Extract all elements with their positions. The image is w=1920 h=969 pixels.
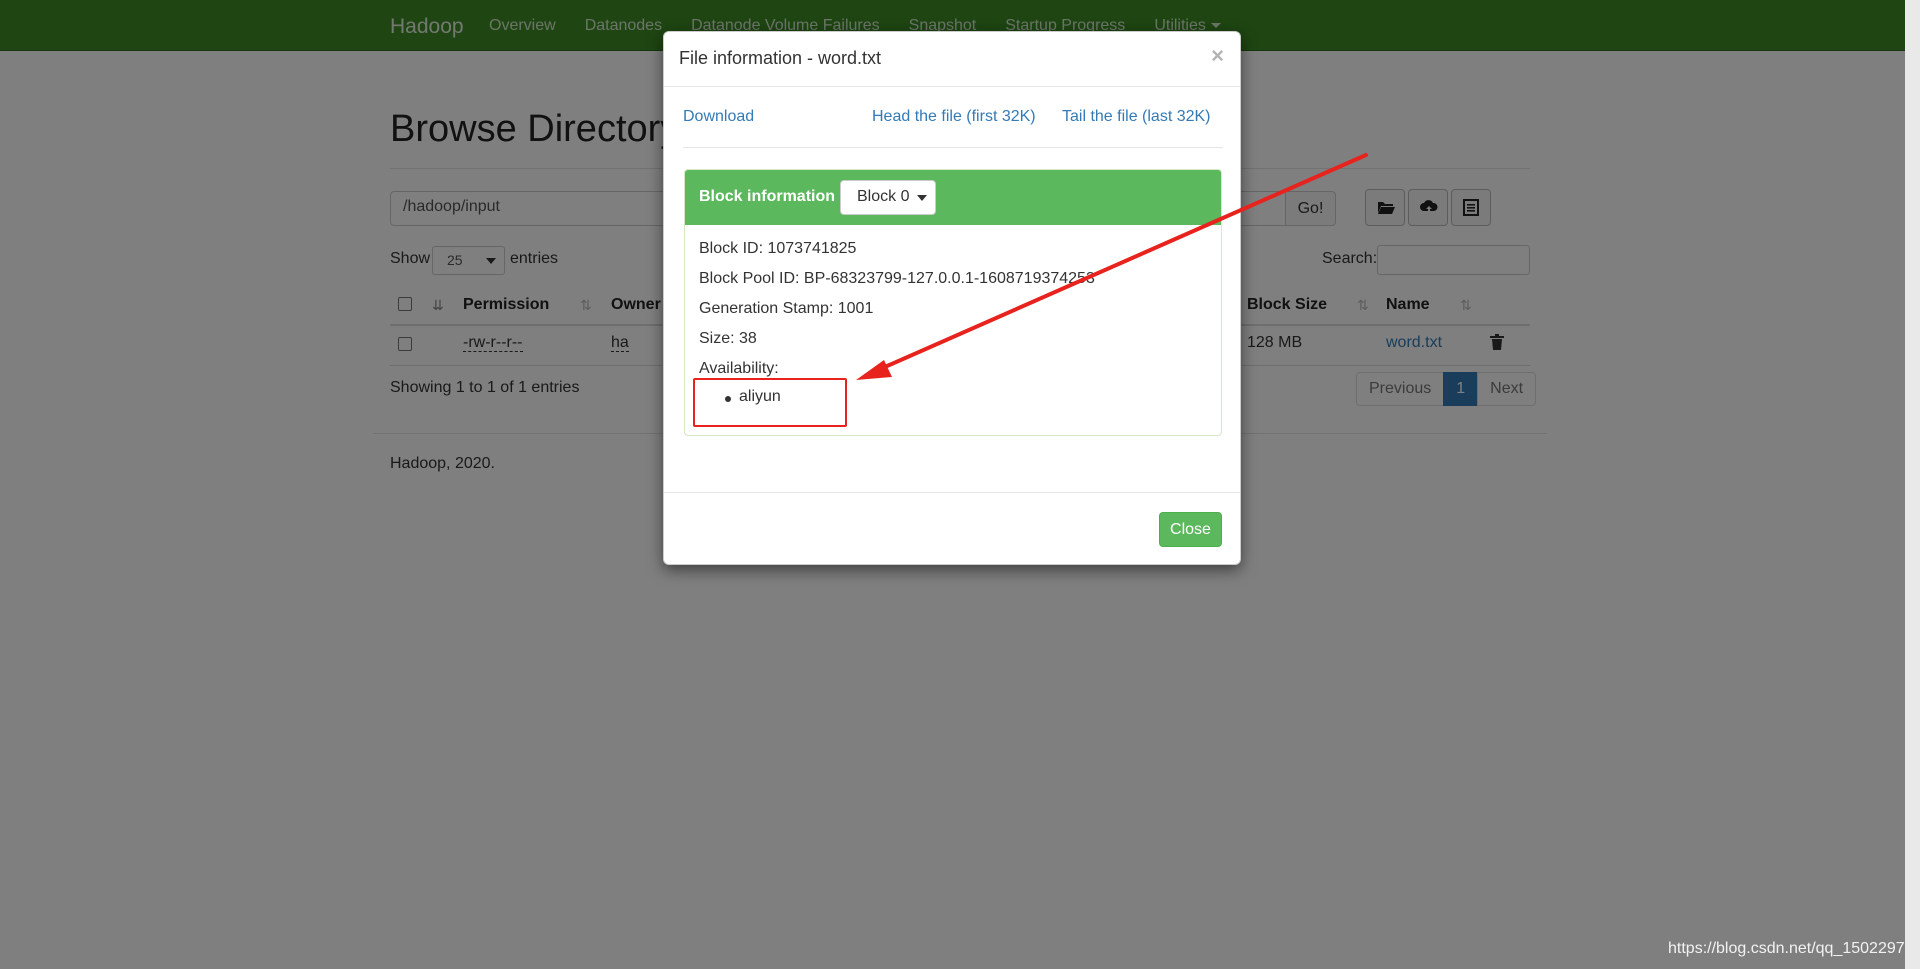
annotation-arrow-icon — [856, 153, 1368, 380]
watermark-text: https://blog.csdn.net/qq_1502297 — [1668, 940, 1905, 957]
